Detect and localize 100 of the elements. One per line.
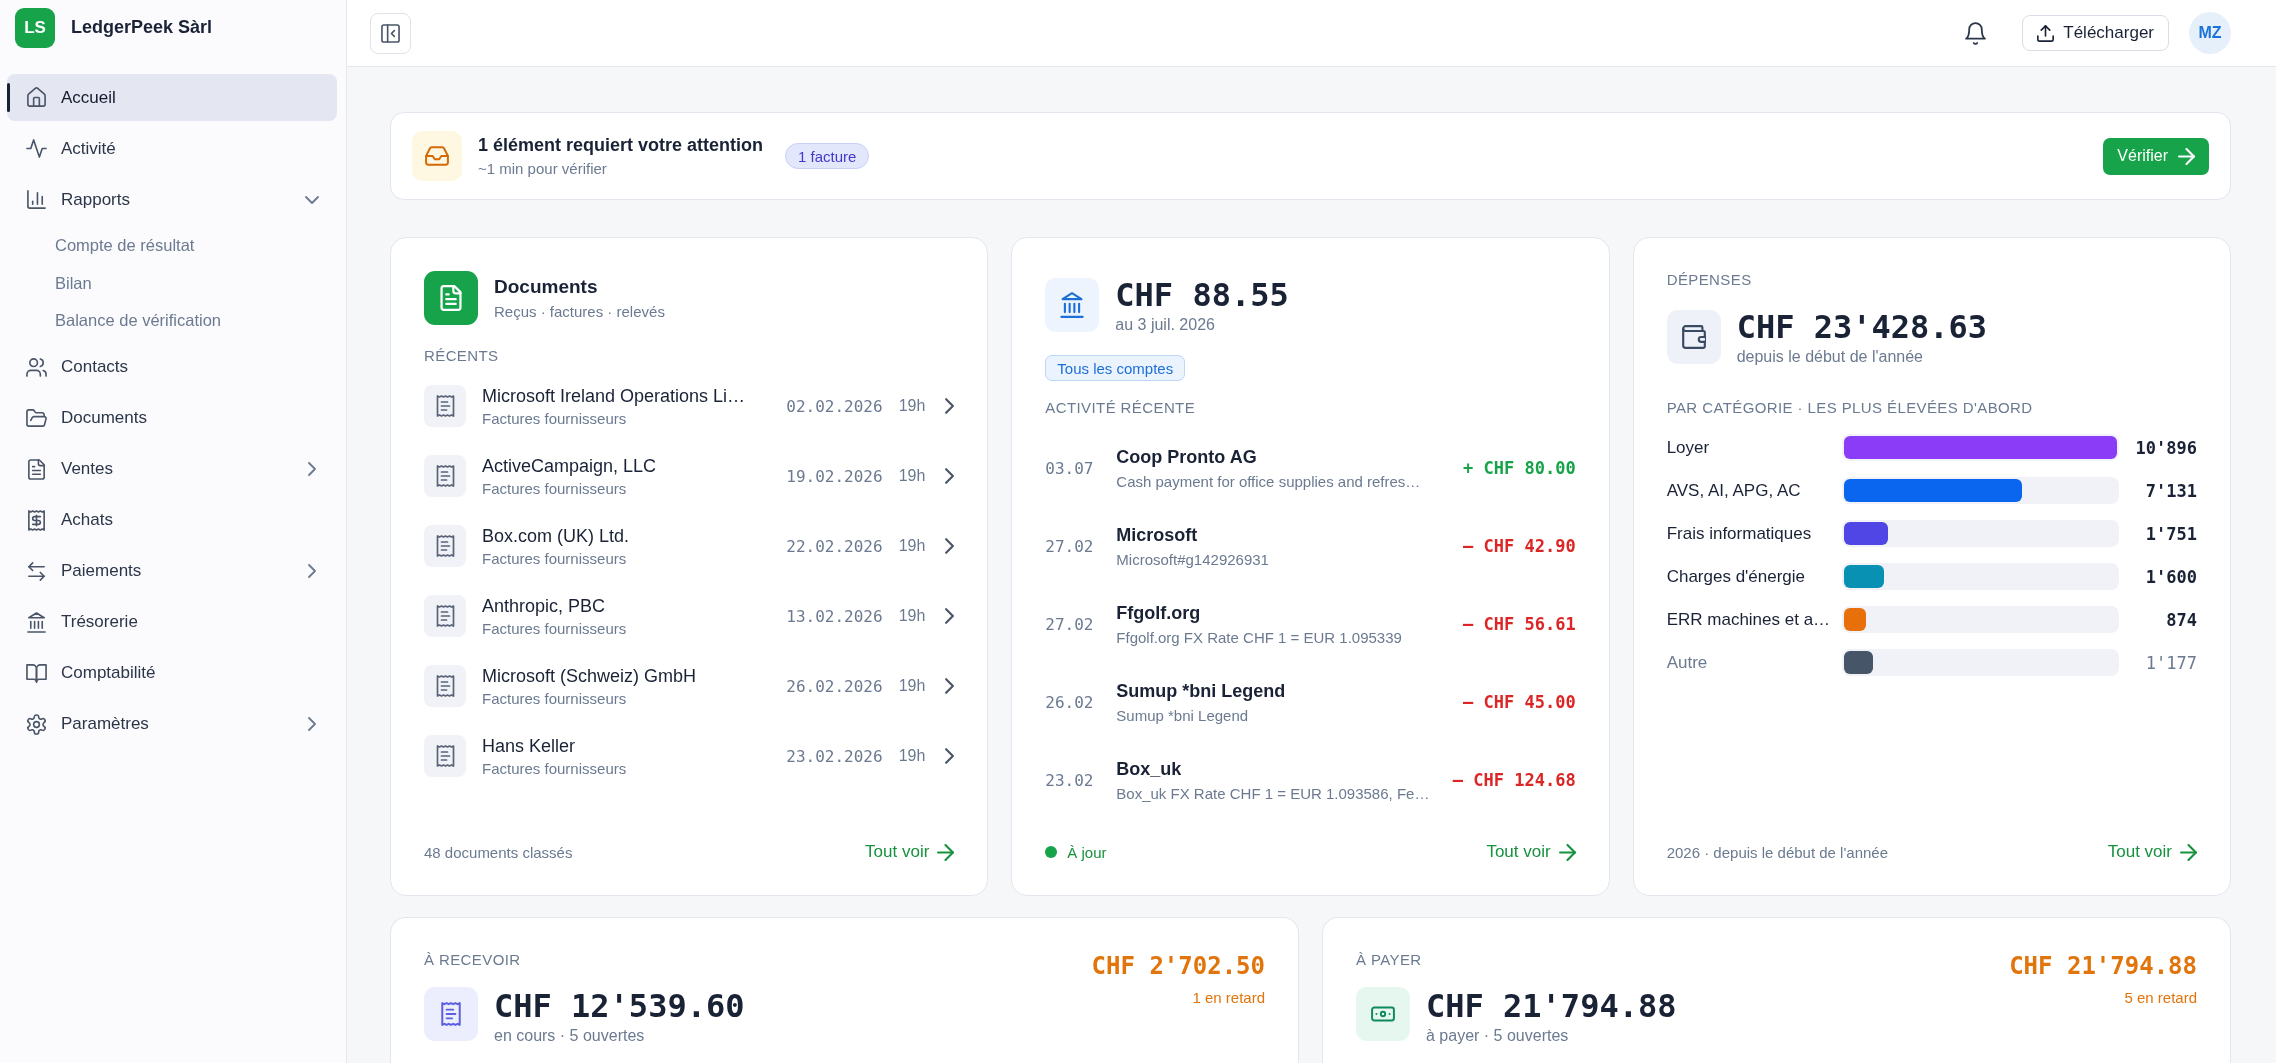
nav-subitem[interactable]: Balance de vérification <box>7 302 337 340</box>
pulse-line-icon <box>26 138 47 159</box>
balance-total: CHF 12'539.60 <box>494 987 745 1025</box>
see-all-link[interactable]: Tout voir <box>1486 842 1576 862</box>
document-category: Factures fournisseurs <box>482 759 627 777</box>
receipt-icon <box>424 595 466 637</box>
transaction-memo: Sumup *bni Legend <box>1116 706 1249 724</box>
upload-icon <box>2037 24 2055 42</box>
nav-subitem[interactable]: Bilan <box>7 264 337 302</box>
balance-total: CHF 21'794.88 <box>1426 987 1677 1025</box>
dollar-receipt-icon <box>26 509 47 531</box>
chevron-down-icon[interactable] <box>305 195 319 204</box>
balance-date: au 3 juil. 2026 <box>1115 316 1216 334</box>
receipt-icon <box>424 665 466 707</box>
receipt-icon <box>424 525 466 567</box>
nav-item[interactable]: Activité <box>7 125 337 172</box>
card-subtitle: Reçus · factures · relevés <box>494 303 665 320</box>
document-name: ActiveCampaign, LLC <box>482 455 657 477</box>
document-date: 02.02.2026 <box>786 396 883 416</box>
chevron-right-icon[interactable] <box>945 748 955 764</box>
category-amount: 874 <box>2166 609 2197 630</box>
document-category: Factures fournisseurs <box>482 409 627 427</box>
user-avatar[interactable]: MZ <box>2189 12 2231 54</box>
transaction-date: 27.02 <box>1045 536 1095 556</box>
nav-item[interactable]: Comptabilité <box>7 649 337 697</box>
document-date: 19.02.2026 <box>786 466 883 486</box>
company-logo: LS <box>15 7 55 48</box>
category-amount: 1'751 <box>2145 523 2197 544</box>
inbox-icon <box>412 131 462 181</box>
document-icon <box>424 271 478 325</box>
attention-title: 1 élément requiert votre attention <box>478 135 764 156</box>
transaction-amount: – CHF 124.68 <box>1452 770 1576 790</box>
wallet-icon <box>1666 310 1721 364</box>
chevron-right-icon[interactable] <box>945 608 955 624</box>
overdue-amount: CHF 21'794.88 <box>2009 951 2197 981</box>
transaction-memo: Microsoft#g142926931 <box>1116 550 1269 568</box>
section-label: DÉPENSES <box>1666 271 1752 289</box>
document-time: 19h <box>898 467 926 485</box>
document-category: Factures fournisseurs <box>482 619 627 637</box>
see-all-link[interactable]: Tout voir <box>865 842 955 862</box>
nav-subitem[interactable]: Compte de résultat <box>7 227 337 265</box>
receipt-icon <box>424 385 466 427</box>
transaction-date: 23.02 <box>1045 770 1095 790</box>
transaction-amount: – CHF 42.90 <box>1463 536 1576 556</box>
bell-icon[interactable] <box>1965 21 1987 45</box>
documents-count: 48 documents classés <box>424 843 573 861</box>
balance-amount: CHF 88.55 <box>1115 276 1289 314</box>
transaction-date: 26.02 <box>1045 692 1095 712</box>
bank-icon <box>26 611 47 633</box>
folder-icon <box>26 407 47 429</box>
balance-detail: en cours · 5 ouvertes <box>494 1027 646 1045</box>
bar-chart-icon <box>26 189 47 210</box>
attention-subtitle: ~1 min pour vérifier <box>478 160 608 177</box>
category-label: Frais informatiques <box>1666 523 1812 544</box>
chevron-right-icon[interactable] <box>308 564 316 578</box>
nav-item[interactable]: Trésorerie <box>7 598 337 646</box>
chevron-right-icon[interactable] <box>308 717 316 731</box>
document-name: Box.com (UK) Ltd. <box>482 525 630 547</box>
nav-item[interactable]: Documents <box>7 394 337 442</box>
invoice-count-badge: 1 facture <box>785 143 870 169</box>
nav-item[interactable]: Paiements <box>7 547 337 595</box>
settings-icon <box>26 713 47 735</box>
section-label: À RECEVOIR <box>424 951 521 969</box>
nav-item[interactable]: Contacts <box>7 343 337 391</box>
overdue-count: 1 en retard <box>1192 989 1265 1006</box>
document-category: Factures fournisseurs <box>482 689 627 707</box>
balance-detail: à payer · 5 ouvertes <box>1426 1027 1570 1045</box>
receipt-icon <box>424 987 478 1041</box>
chevron-right-icon[interactable] <box>945 678 955 694</box>
sidebar-toggle-button[interactable] <box>370 12 411 54</box>
document-time: 19h <box>898 537 926 555</box>
arrow-right-icon <box>2178 147 2195 165</box>
chevron-right-icon[interactable] <box>308 462 316 476</box>
nav-item[interactable]: Ventes <box>7 445 337 493</box>
document-time: 19h <box>898 747 926 765</box>
category-amount: 10'896 <box>2135 437 2197 458</box>
nav-item[interactable]: Accueil <box>7 74 337 121</box>
transaction-amount: + CHF 80.00 <box>1463 458 1576 478</box>
chevron-right-icon[interactable] <box>945 398 955 414</box>
open-book-icon <box>26 662 47 684</box>
nav-item[interactable]: Rapports <box>7 176 337 223</box>
chevron-right-icon[interactable] <box>945 538 955 554</box>
document-icon <box>26 458 47 480</box>
section-label: ACTIVITÉ RÉCENTE <box>1045 399 1196 417</box>
swap-arrows-icon <box>26 560 47 582</box>
nav-item[interactable]: Achats <box>7 496 337 544</box>
overdue-count: 5 en retard <box>2124 989 2197 1006</box>
document-time: 19h <box>898 397 926 415</box>
accounts-filter-chip[interactable]: Tous les comptes <box>1045 355 1186 381</box>
transaction-memo: Ffgolf.org FX Rate CHF 1 = EUR 1.095339 <box>1116 628 1402 646</box>
transaction-memo: Box_uk FX Rate CHF 1 = EUR 1.093586, Fe… <box>1116 784 1430 802</box>
category-amount: 7'131 <box>2145 480 2197 501</box>
download-button[interactable]: Télécharger <box>2022 15 2169 51</box>
document-name: Microsoft (Schweiz) GmbH <box>482 665 697 687</box>
panel-icon <box>381 23 400 43</box>
document-date: 26.02.2026 <box>786 676 883 696</box>
see-all-link[interactable]: Tout voir <box>2107 842 2197 862</box>
nav-item[interactable]: Paramètres <box>7 700 337 748</box>
transaction-payee: Microsoft <box>1116 524 1198 546</box>
chevron-right-icon[interactable] <box>945 468 955 484</box>
